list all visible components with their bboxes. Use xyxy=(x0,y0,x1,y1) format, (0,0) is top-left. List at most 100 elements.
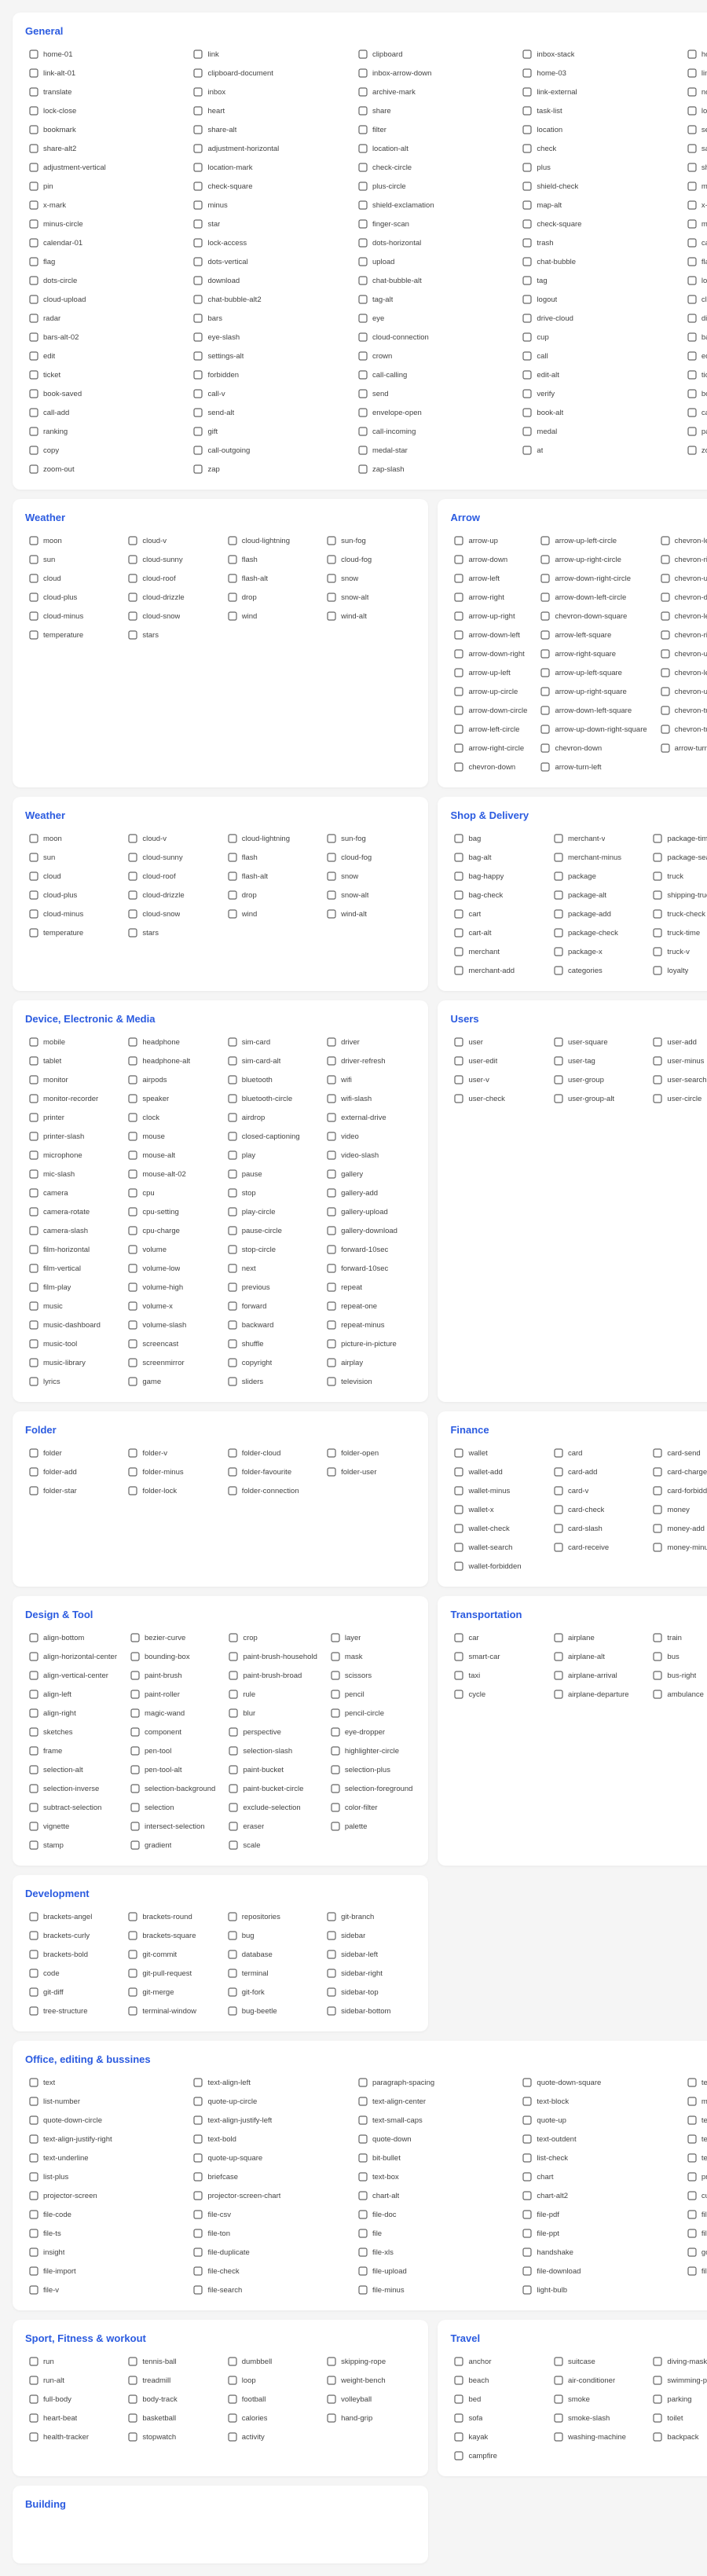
icon-item-categories[interactable]: categories xyxy=(550,963,643,978)
icon-item-plus-circle[interactable]: plus-circle xyxy=(354,178,512,194)
icon-item-parking[interactable]: parking xyxy=(649,2391,707,2407)
icon-item-wind-alt[interactable]: wind-alt xyxy=(323,608,416,624)
icon-item-arrow-turn-left[interactable]: arrow-turn-left xyxy=(537,759,650,775)
icon-item-play-circle[interactable]: play-circle xyxy=(224,1204,317,1220)
icon-item-gallery-add[interactable]: gallery-add xyxy=(323,1185,416,1201)
icon-item-truck-v[interactable]: truck-v xyxy=(649,944,707,960)
icon-item-home-03[interactable]: home-03 xyxy=(518,65,676,81)
icon-item-paint-bucket[interactable]: paint-bucket xyxy=(225,1762,321,1778)
icon-item-chevron-right-circle[interactable]: chevron-right-circle xyxy=(657,627,707,643)
icon-item-arrow-right-square[interactable]: arrow-right-square xyxy=(537,646,650,662)
icon-item-pin[interactable]: pin xyxy=(25,178,183,194)
icon-item-airplay[interactable]: airplay xyxy=(323,1355,416,1371)
icon-item-television[interactable]: television xyxy=(323,1374,416,1389)
icon-item-ticket[interactable]: ticket xyxy=(25,367,183,383)
icon-item-file-duplicate[interactable]: file-duplicate xyxy=(189,2244,347,2260)
icon-item-trash[interactable]: trash xyxy=(518,235,676,251)
icon-item-file-upload[interactable]: file-upload xyxy=(354,2263,512,2279)
icon-item-package-add[interactable]: package-add xyxy=(550,906,643,922)
icon-item-arrow-down-left-square[interactable]: arrow-down-left-square xyxy=(537,703,650,718)
icon-item-loyalty[interactable]: loyalty xyxy=(649,963,707,978)
icon-item-list-check[interactable]: list-check xyxy=(518,2150,676,2166)
icon-item-mouse-alt-02[interactable]: mouse-alt-02 xyxy=(124,1166,217,1182)
icon-item-arrow-down[interactable]: arrow-down xyxy=(450,552,530,567)
icon-item-wallet-add[interactable]: wallet-add xyxy=(450,1464,543,1480)
icon-item-chevron-turn-up[interactable]: chevron-turn-up xyxy=(657,703,707,718)
icon-item-cpu[interactable]: cpu xyxy=(124,1185,217,1201)
icon-item-shuffle[interactable]: shuffle xyxy=(224,1336,317,1352)
icon-item-mobile[interactable]: mobile xyxy=(25,1034,118,1050)
icon-item-eye-slash[interactable]: eye-slash xyxy=(189,329,347,345)
icon-item-cloud-drizzle[interactable]: cloud-drizzle xyxy=(124,589,217,605)
icon-item-stopwatch[interactable]: stopwatch xyxy=(124,2429,217,2445)
icon-item-adjustment-horizontal[interactable]: adjustment-horizontal xyxy=(189,141,347,156)
icon-item-pen-tool[interactable]: pen-tool xyxy=(126,1743,218,1759)
icon-item-book-saved[interactable]: book-saved xyxy=(25,386,183,402)
icon-item-clipboard-document[interactable]: clipboard-document xyxy=(189,65,347,81)
icon-item-chevron-down[interactable]: chevron-down xyxy=(537,740,650,756)
icon-item-bus-right[interactable]: bus-right xyxy=(649,1668,707,1683)
icon-item-file-xls[interactable]: file-xls xyxy=(354,2244,512,2260)
icon-item-file-ts[interactable]: file-ts xyxy=(25,2226,183,2241)
icon-item-pencil-circle[interactable]: pencil-circle xyxy=(327,1705,416,1721)
icon-item-volume-low[interactable]: volume-low xyxy=(124,1260,217,1276)
icon-item-folder-open[interactable]: folder-open xyxy=(323,1445,416,1461)
icon-item-align-vertical-center[interactable]: align-vertical-center xyxy=(25,1668,120,1683)
icon-item-heart[interactable]: heart xyxy=(189,103,347,119)
icon-item-ranking[interactable]: ranking xyxy=(25,424,183,439)
icon-item-health-tracker[interactable]: health-tracker xyxy=(25,2429,118,2445)
icon-item-mouse[interactable]: mouse xyxy=(124,1128,217,1144)
icon-item-subtract-selection[interactable]: subtract-selection xyxy=(25,1800,120,1815)
icon-item-mouse-alt[interactable]: mouse-alt xyxy=(124,1147,217,1163)
icon-item-repeat-one[interactable]: repeat-one xyxy=(323,1298,416,1314)
icon-item-star[interactable]: star xyxy=(189,216,347,232)
icon-item-shield[interactable]: shield xyxy=(683,160,707,175)
icon-item-card-check[interactable]: card-check xyxy=(550,1502,643,1517)
icon-item-copyright[interactable]: copyright xyxy=(224,1355,317,1371)
icon-item-cloud-lightning[interactable]: cloud-lightning xyxy=(224,533,317,549)
icon-item-temperature[interactable]: temperature xyxy=(25,627,118,643)
icon-item-calendar-01[interactable]: calendar-01 xyxy=(25,235,183,251)
icon-item-arrow-up-right-circle[interactable]: arrow-up-right-circle xyxy=(537,552,650,567)
icon-item-arrow-up-right[interactable]: arrow-up-right xyxy=(450,608,530,624)
icon-item-stars[interactable]: stars xyxy=(124,627,217,643)
icon-item-arrow-right-circle[interactable]: arrow-right-circle xyxy=(450,740,530,756)
icon-item-map-alt[interactable]: map-alt xyxy=(518,197,676,213)
icon-item-cloud-sunny[interactable]: cloud-sunny xyxy=(124,552,217,567)
icon-item-check-square[interactable]: check-square xyxy=(518,216,676,232)
icon-item-file-v[interactable]: file-v xyxy=(25,2282,183,2298)
icon-item-cloud-fog[interactable]: cloud-fog xyxy=(323,849,416,865)
icon-item-cloud-minus[interactable]: cloud-minus xyxy=(25,608,118,624)
icon-item-arrow-up-down-right-square[interactable]: arrow-up-down-right-square xyxy=(537,721,650,737)
icon-item-file-plus[interactable]: file-plus xyxy=(683,2263,707,2279)
icon-item-user-circle[interactable]: user-circle xyxy=(649,1091,707,1106)
icon-item-cloud-v[interactable]: cloud-v xyxy=(124,533,217,549)
icon-item-save[interactable]: save xyxy=(683,141,707,156)
icon-item-camera[interactable]: camera xyxy=(25,1185,118,1201)
icon-item-cloud-v[interactable]: cloud-v xyxy=(124,831,217,846)
icon-item-quote-down[interactable]: quote-down xyxy=(354,2131,512,2147)
icon-item-minus-square[interactable]: minus-square xyxy=(683,216,707,232)
icon-item-film-vertical[interactable]: film-vertical xyxy=(25,1260,118,1276)
icon-item-bezier-curve[interactable]: bezier-curve xyxy=(126,1630,218,1646)
icon-item-link[interactable]: link xyxy=(189,46,347,62)
icon-item-file-minus[interactable]: file-minus xyxy=(354,2282,512,2298)
icon-item-settings-alt[interactable]: settings-alt xyxy=(189,348,347,364)
icon-item-taxi[interactable]: taxi xyxy=(450,1668,543,1683)
icon-item-exclude-selection[interactable]: exclude-selection xyxy=(225,1800,321,1815)
icon-item-align-left[interactable]: align-left xyxy=(25,1686,120,1702)
icon-item-shield-check[interactable]: shield-check xyxy=(518,178,676,194)
icon-item-user-group[interactable]: user-group xyxy=(550,1072,643,1088)
icon-item-arrow-down-circle[interactable]: arrow-down-circle xyxy=(450,703,530,718)
icon-item-truck[interactable]: truck xyxy=(649,868,707,884)
icon-item-dots-circle[interactable]: dots-circle xyxy=(25,273,183,288)
icon-item-cloud-sunny[interactable]: cloud-sunny xyxy=(124,849,217,865)
icon-item-airpods[interactable]: airpods xyxy=(124,1072,217,1088)
icon-item-folder-add[interactable]: folder-add xyxy=(25,1464,118,1480)
icon-item-edit-alt[interactable]: edit-alt xyxy=(518,367,676,383)
icon-item-stop[interactable]: stop xyxy=(224,1185,317,1201)
icon-item-bug-beetle[interactable]: bug-beetle xyxy=(224,2003,317,2019)
icon-item-forward[interactable]: forward xyxy=(224,1298,317,1314)
icon-item-cloud-connection[interactable]: cloud-connection xyxy=(354,329,512,345)
icon-item-chevron-turn-down[interactable]: chevron-turn-down xyxy=(657,721,707,737)
